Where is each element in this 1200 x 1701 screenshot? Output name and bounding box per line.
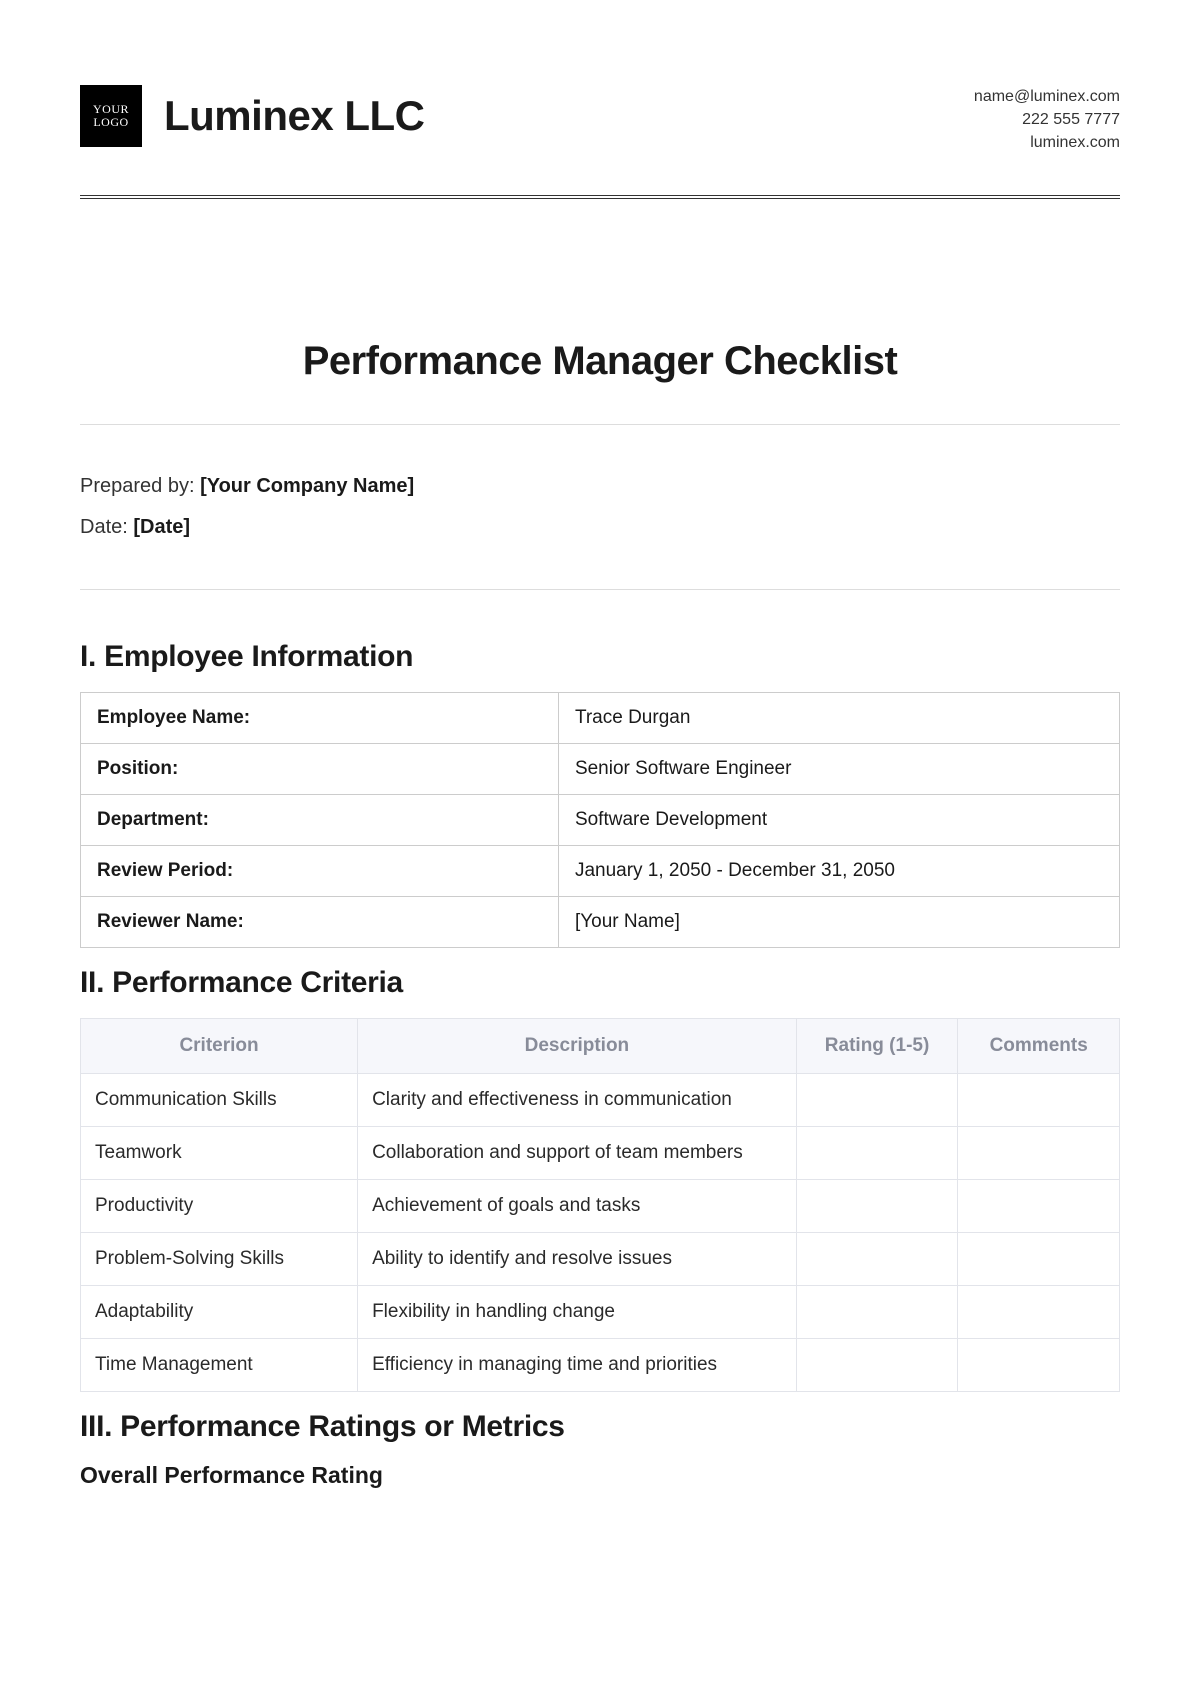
criterion-cell: Adaptability [81,1285,358,1338]
section-3-subheading: Overall Performance Rating [80,1462,1120,1489]
comments-cell[interactable] [958,1338,1120,1391]
prepared-by-line: Prepared by: [Your Company Name] [80,475,1120,498]
rating-cell[interactable] [796,1232,958,1285]
criterion-cell: Time Management [81,1338,358,1391]
rating-cell[interactable] [796,1073,958,1126]
info-label: Review Period: [81,845,559,896]
info-value: Software Development [558,794,1119,845]
info-value: January 1, 2050 - December 31, 2050 [558,845,1119,896]
info-label: Employee Name: [81,692,559,743]
description-cell: Clarity and effectiveness in communicati… [358,1073,797,1126]
table-row: Adaptability Flexibility in handling cha… [81,1285,1120,1338]
description-cell: Ability to identify and resolve issues [358,1232,797,1285]
col-header-criterion: Criterion [81,1018,358,1073]
document-page: YOUR LOGO Luminex LLC name@luminex.com 2… [0,0,1200,1489]
employee-info-table: Employee Name: Trace Durgan Position: Se… [80,692,1120,948]
info-label: Department: [81,794,559,845]
contact-website: luminex.com [974,131,1120,154]
header: YOUR LOGO Luminex LLC name@luminex.com 2… [80,85,1120,199]
comments-cell[interactable] [958,1179,1120,1232]
rating-cell[interactable] [796,1285,958,1338]
table-row: Time Management Efficiency in managing t… [81,1338,1120,1391]
date-value: [Date] [133,516,190,538]
table-row: Communication Skills Clarity and effecti… [81,1073,1120,1126]
col-header-description: Description [358,1018,797,1073]
description-cell: Collaboration and support of team member… [358,1126,797,1179]
comments-cell[interactable] [958,1232,1120,1285]
comments-cell[interactable] [958,1073,1120,1126]
rating-cell[interactable] [796,1126,958,1179]
table-row: Department: Software Development [81,794,1120,845]
prepared-by-label: Prepared by: [80,475,200,497]
section-3-heading: III. Performance Ratings or Metrics [80,1410,1120,1444]
table-row: Review Period: January 1, 2050 - Decembe… [81,845,1120,896]
description-cell: Efficiency in managing time and prioriti… [358,1338,797,1391]
comments-cell[interactable] [958,1285,1120,1338]
table-row: Position: Senior Software Engineer [81,743,1120,794]
header-left: YOUR LOGO Luminex LLC [80,85,425,147]
table-row: Problem-Solving Skills Ability to identi… [81,1232,1120,1285]
document-title: Performance Manager Checklist [80,339,1120,384]
date-label: Date: [80,516,133,538]
header-contact: name@luminex.com 222 555 7777 luminex.co… [974,85,1120,155]
criterion-cell: Teamwork [81,1126,358,1179]
logo-placeholder: YOUR LOGO [80,85,142,147]
date-line: Date: [Date] [80,516,1120,539]
divider [80,424,1120,425]
rating-cell[interactable] [796,1338,958,1391]
info-label: Reviewer Name: [81,896,559,947]
table-row: Employee Name: Trace Durgan [81,692,1120,743]
col-header-comments: Comments [958,1018,1120,1073]
rating-cell[interactable] [796,1179,958,1232]
table-row: Teamwork Collaboration and support of te… [81,1126,1120,1179]
description-cell: Achievement of goals and tasks [358,1179,797,1232]
info-value: Trace Durgan [558,692,1119,743]
info-label: Position: [81,743,559,794]
company-name: Luminex LLC [164,92,425,140]
table-row: Reviewer Name: [Your Name] [81,896,1120,947]
divider [80,589,1120,590]
contact-email: name@luminex.com [974,85,1120,108]
description-cell: Flexibility in handling change [358,1285,797,1338]
info-value: Senior Software Engineer [558,743,1119,794]
criterion-cell: Problem-Solving Skills [81,1232,358,1285]
criterion-cell: Communication Skills [81,1073,358,1126]
section-1-heading: I. Employee Information [80,640,1120,674]
logo-text-line2: LOGO [93,116,128,129]
performance-criteria-table: Criterion Description Rating (1-5) Comme… [80,1018,1120,1392]
criterion-cell: Productivity [81,1179,358,1232]
comments-cell[interactable] [958,1126,1120,1179]
info-value: [Your Name] [558,896,1119,947]
prepared-by-value: [Your Company Name] [200,475,414,497]
meta-block: Prepared by: [Your Company Name] Date: [… [80,475,1120,539]
contact-phone: 222 555 7777 [974,108,1120,131]
col-header-rating: Rating (1-5) [796,1018,958,1073]
table-header-row: Criterion Description Rating (1-5) Comme… [81,1018,1120,1073]
section-2-heading: II. Performance Criteria [80,966,1120,1000]
table-row: Productivity Achievement of goals and ta… [81,1179,1120,1232]
